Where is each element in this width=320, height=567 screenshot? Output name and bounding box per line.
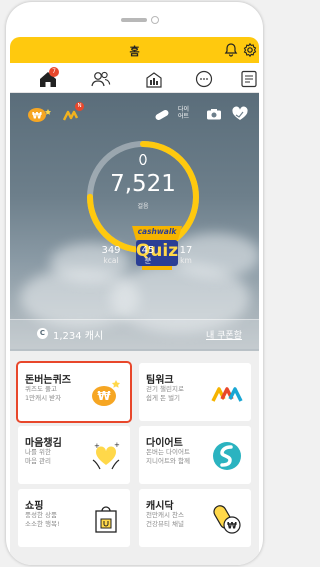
svg-text:₩: ₩ — [97, 389, 111, 403]
card-subtitle: 건강뷰티 채널 — [146, 520, 184, 528]
heart-hand-icon[interactable] — [231, 106, 249, 122]
calories-stat: 349 kcal — [93, 245, 129, 265]
card-title: 마음챙김 — [25, 438, 62, 449]
feature-grid: 돈버는퀴즈 퀴즈도 풀고 1만캐시 받자 ₩ 팀워크 걷기 챌린지로 쉽게 돈 … — [10, 351, 259, 565]
card-title: 팀워크 — [146, 375, 174, 386]
tab-chat[interactable] — [193, 69, 215, 89]
home-tab-badge: 7 — [49, 67, 59, 77]
phone-frame: 홈 7 ₩ N 다이 어트 7,521 걸음 cashwalk Quiz 349… — [6, 2, 263, 565]
app-header: 홈 — [10, 37, 259, 63]
card-title: 캐시닥 — [146, 501, 174, 512]
heart-hands-icon: + + — [92, 441, 120, 470]
bell-icon[interactable] — [223, 42, 239, 58]
tab-stats[interactable] — [143, 69, 165, 89]
card-teamwork[interactable]: 팀워크 걷기 챌린지로 쉽게 돈 벌기 — [139, 363, 251, 421]
step-count-label: 걸음 — [137, 203, 149, 210]
card-cashdoc[interactable]: 캐시닥 천만캐시 찬스 건강뷰티 채널 ₩ — [139, 489, 251, 547]
camera-icon[interactable] — [206, 108, 222, 120]
minutes-unit: 분 — [144, 256, 152, 265]
tab-friends[interactable] — [90, 69, 112, 89]
distance-unit: km — [180, 256, 192, 265]
distance-value: 17 — [179, 245, 193, 256]
card-money-quiz[interactable]: 돈버는퀴즈 퀴즈도 풀고 1만캐시 받자 ₩ — [18, 363, 130, 421]
minutes-stat: 45 분 — [130, 245, 166, 265]
notch — [101, 11, 169, 29]
cash-c-icon: C — [37, 328, 48, 339]
card-subtitle: 돈버는 다이어트 — [146, 448, 190, 456]
card-subtitle: 지니어트와 함께 — [146, 457, 190, 465]
card-subtitle: 1만캐시 받자 — [25, 394, 62, 402]
svg-text:+: + — [94, 442, 100, 450]
card-subtitle: 걷기 챌린지로 — [146, 385, 184, 393]
activity-stats: 349 kcal 45 분 17 km — [99, 245, 203, 269]
settings-gear-icon[interactable] — [242, 42, 258, 58]
distance-stat: 17 km — [168, 245, 204, 265]
card-shopping[interactable]: 쇼핑 풍성한 상품 소소한 행복! — [18, 489, 130, 547]
quiz-brand-label: cashwalk — [137, 227, 177, 236]
minutes-value: 45 — [141, 245, 155, 256]
tab-document[interactable] — [238, 69, 260, 89]
page-title: 홈 — [129, 45, 140, 58]
card-subtitle: 풍성한 상품 — [25, 511, 57, 519]
friends-icon — [91, 71, 111, 87]
card-subtitle: 마음 관리 — [25, 457, 51, 465]
diet-logo-icon — [213, 442, 241, 470]
cash-bar: C 1,234 캐시 내 쿠폰함 — [10, 319, 259, 349]
card-mindfulness[interactable]: 마음챙김 나를 위한 마음 관리 + + — [18, 426, 130, 484]
tab-home[interactable]: 7 — [37, 67, 59, 89]
cash-amount[interactable]: 1,234 캐시 — [53, 327, 103, 342]
card-subtitle: 퀴즈도 풀고 — [25, 385, 57, 393]
card-subtitle: 천만캐시 찬스 — [146, 511, 184, 519]
card-title: 다이어트 — [146, 438, 183, 449]
tab-bar: 7 — [10, 63, 259, 93]
step-count: 7,521 — [110, 171, 176, 197]
svg-text:+: + — [114, 441, 120, 449]
step-hero: ₩ N 다이 어트 7,521 걸음 cashwalk Quiz 349 kca… — [10, 93, 259, 351]
pill-coin-icon: ₩ — [213, 505, 241, 534]
coupon-box-link[interactable]: 내 쿠폰함 — [206, 328, 242, 341]
document-icon — [241, 70, 257, 88]
hero-toolbar: ₩ N 다이 어트 — [10, 93, 259, 133]
calories-unit: kcal — [103, 256, 119, 265]
card-subtitle: 나를 위한 — [25, 448, 51, 456]
footprint-icon — [139, 154, 147, 165]
diet-menu-label[interactable]: 다이 어트 — [178, 106, 189, 120]
svg-text:₩: ₩ — [227, 522, 237, 532]
calories-value: 349 — [101, 245, 121, 256]
new-badge: N — [75, 102, 84, 111]
quiz-coin-icon: ₩ — [92, 380, 121, 406]
shopping-bag-icon — [95, 506, 117, 533]
stats-building-icon — [146, 72, 162, 88]
pill-icon[interactable] — [154, 109, 170, 121]
card-title: 돈버는퀴즈 — [25, 375, 71, 386]
teamwork-wave-icon — [211, 387, 243, 402]
card-title: 쇼핑 — [25, 501, 44, 512]
card-subtitle: 쉽게 돈 벌기 — [146, 394, 181, 402]
card-subtitle: 소소한 행복! — [25, 520, 60, 528]
svg-text:₩: ₩ — [32, 112, 42, 122]
card-diet[interactable]: 다이어트 돈버는 다이어트 지니어트와 함께 — [139, 426, 251, 484]
chat-icon — [195, 70, 213, 88]
cash-coin-icon[interactable]: ₩ — [26, 106, 52, 124]
